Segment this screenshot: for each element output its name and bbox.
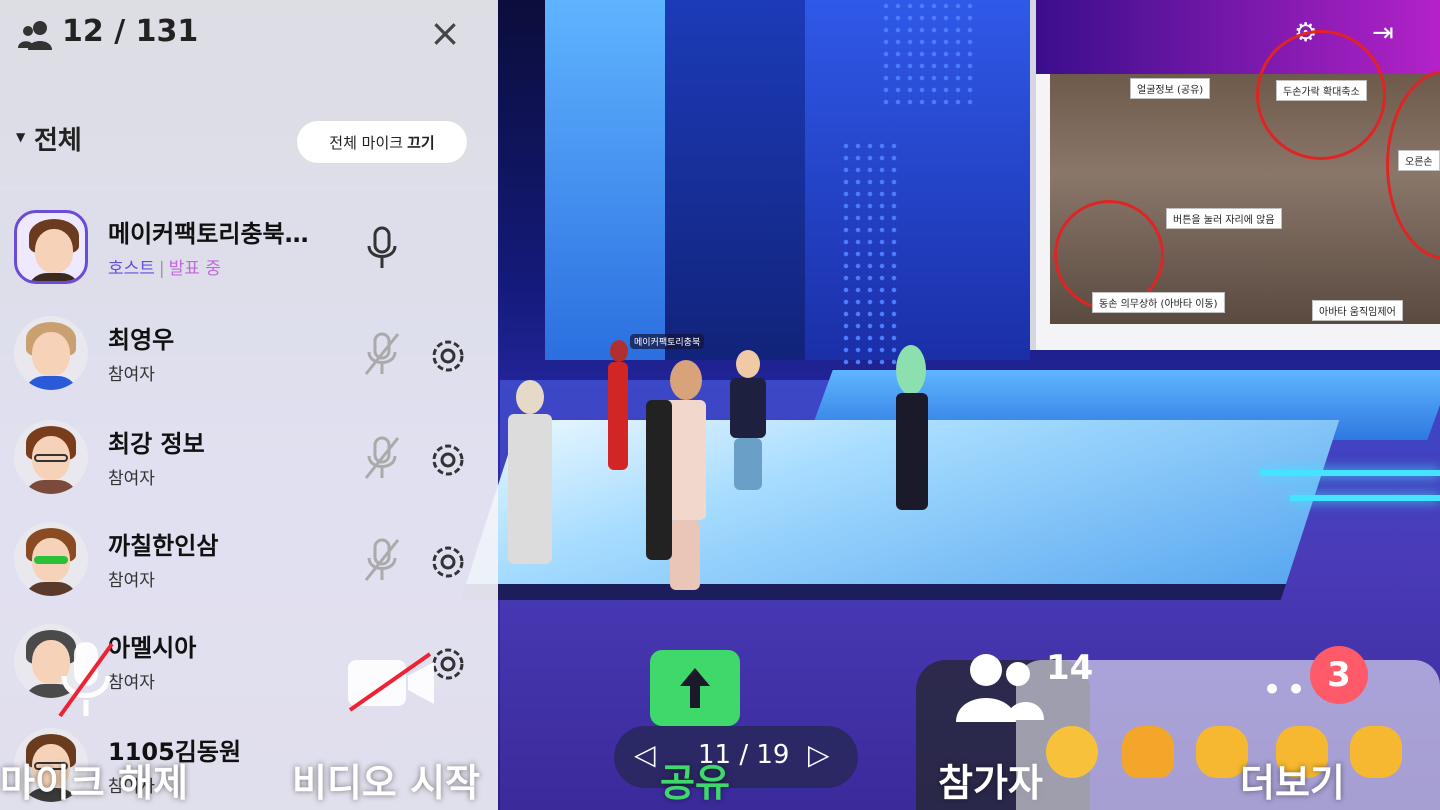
avatar xyxy=(14,522,88,596)
share-button[interactable] xyxy=(650,650,740,726)
avatar-standing xyxy=(728,350,768,490)
mic-toggle-label[interactable]: 마이크 해제 xyxy=(0,752,188,807)
close-icon: × xyxy=(429,11,461,55)
more-label[interactable]: 더보기 xyxy=(1240,752,1345,807)
gear-icon[interactable] xyxy=(426,540,470,584)
participant-name: 까칠한인삼 xyxy=(108,532,219,560)
screen-caption: 오른손 xyxy=(1398,150,1440,171)
microphone-icon[interactable] xyxy=(362,226,402,270)
mute-all-action: 끄기 xyxy=(407,133,435,152)
raised-hands-emoji-icon[interactable] xyxy=(1350,726,1402,778)
section-title: 전체 xyxy=(34,126,82,156)
microphone-off-icon[interactable] xyxy=(362,332,402,376)
stage-wall-left xyxy=(545,0,665,360)
notification-badge: 3 xyxy=(1310,646,1368,704)
role-separator: | xyxy=(158,259,165,279)
host-label: 호스트 xyxy=(108,259,155,279)
screen-caption: 두손가락 확대축소 xyxy=(1276,80,1367,101)
led-dot-column xyxy=(840,140,900,370)
avatar-standing xyxy=(644,400,674,560)
participant-role: 참여자 xyxy=(108,469,155,489)
arrow-up-icon xyxy=(680,668,710,708)
participant-row[interactable]: 메이커팩토리충북… 호스트 | 발표 중 xyxy=(0,198,498,300)
participant-row[interactable]: 최영우 참여자 xyxy=(0,304,498,406)
avatar-standing xyxy=(890,345,934,510)
gear-icon[interactable] xyxy=(426,438,470,482)
microphone-off-icon[interactable] xyxy=(56,640,116,720)
microphone-off-icon[interactable] xyxy=(362,538,402,582)
section-header[interactable]: ▼ 전체 전체 마이크 끄기 xyxy=(0,92,498,188)
presenter-nametag: 메이커팩토리충북 xyxy=(630,334,705,349)
avatar xyxy=(14,316,88,390)
prev-page-icon[interactable]: ◁ xyxy=(634,738,656,771)
close-panel-button[interactable]: × xyxy=(428,14,462,52)
shared-screen-toolbar: ⚙ ⇥ xyxy=(1036,0,1440,74)
participant-role: 참여자 xyxy=(108,365,155,385)
panel-header: 12 / 131 × xyxy=(0,0,498,88)
video-off-icon[interactable] xyxy=(346,652,436,712)
participant-row[interactable]: 까칠한인삼 참여자 xyxy=(0,510,498,612)
avatar-standing xyxy=(606,340,630,470)
exit-icon: ⇥ xyxy=(1372,18,1394,48)
participant-count: 12 / 131 xyxy=(62,14,199,49)
participant-name: 최강 정보 xyxy=(108,430,205,458)
raised-hand-emoji-icon[interactable] xyxy=(1122,726,1174,778)
avatar xyxy=(14,420,88,494)
shared-screen: ⚙ ⇥ 두손가락 확대축소 오른손 버튼을 눌러 자리에 앉음 동손 의무상하 … xyxy=(1030,0,1440,350)
screen-caption: 동손 의무상하 (아바타 이동) xyxy=(1092,292,1225,313)
participant-role: 참여자 xyxy=(108,571,155,591)
participant-name: 메이커팩토리충북… xyxy=(108,220,309,248)
next-page-icon[interactable]: ▷ xyxy=(808,738,830,771)
people-icon xyxy=(18,21,52,50)
screen-caption: 아바타 움직임제어 xyxy=(1312,300,1403,321)
page-navigator: ◁ 11 / 19 ▷ xyxy=(614,726,858,788)
stage-wall-center xyxy=(665,0,805,360)
light-strip xyxy=(1290,495,1440,501)
mute-all-button[interactable]: 전체 마이크 끄기 xyxy=(296,120,468,164)
dizzy-face-emoji-icon[interactable] xyxy=(1046,726,1098,778)
presenting-label: 발표 중 xyxy=(168,259,221,279)
avatar xyxy=(14,210,88,284)
screen-caption: 얼굴정보 (공유) xyxy=(1130,78,1211,99)
participant-row[interactable]: 최강 정보 참여자 xyxy=(0,408,498,510)
gear-icon[interactable] xyxy=(426,334,470,378)
participant-role: 호스트 | 발표 중 xyxy=(108,254,221,279)
microphone-off-icon[interactable] xyxy=(362,436,402,480)
screen-caption: 버튼을 눌러 자리에 앉음 xyxy=(1166,208,1282,229)
led-dot-panel xyxy=(880,0,975,110)
light-strip xyxy=(1260,470,1440,476)
participant-name: 최영우 xyxy=(108,326,175,354)
share-label[interactable]: 공유 xyxy=(660,752,730,807)
avatar-standing xyxy=(500,380,560,564)
caret-down-icon: ▼ xyxy=(16,130,26,144)
video-toggle-label[interactable]: 비디오 시작 xyxy=(292,752,480,807)
mute-all-prefix: 전체 마이크 xyxy=(329,133,404,152)
participant-name: 아멜시아 xyxy=(108,634,197,662)
